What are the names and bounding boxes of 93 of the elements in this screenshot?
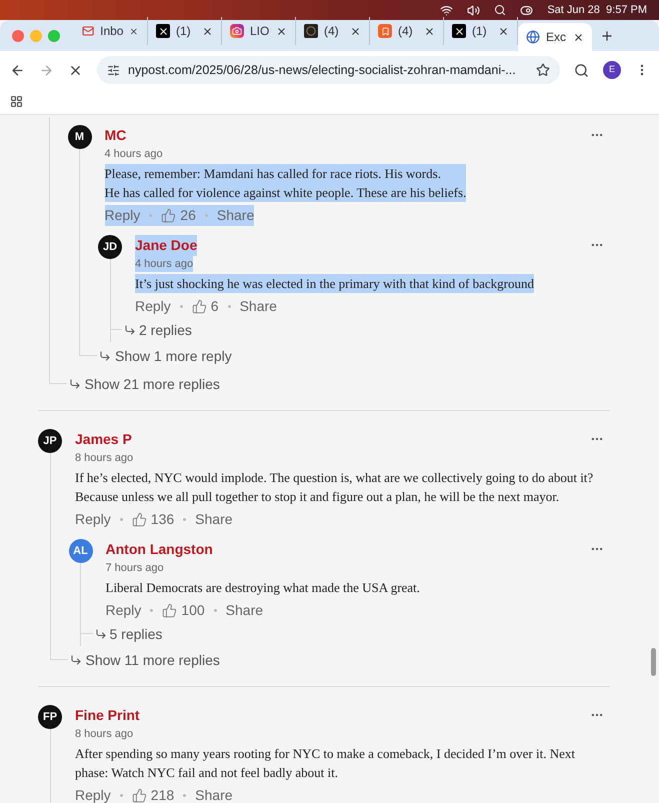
- share-link[interactable]: Share: [216, 204, 254, 226]
- author-name[interactable]: Jane Doe: [135, 234, 198, 256]
- comment-text: If he’s elected, NYC would implode. The question is, what are we collectively going to do about it? Because unless we all pull together to stop it and figure out a plan, he will be the next mayor.: [75, 469, 594, 506]
- profile-avatar[interactable]: E: [603, 61, 621, 79]
- close-tab-icon[interactable]: [276, 26, 287, 36]
- tab-title: (1): [176, 23, 192, 40]
- timestamp: 4 hours ago: [135, 256, 194, 272]
- share-link[interactable]: Share: [195, 784, 233, 803]
- reply-link[interactable]: Reply: [104, 204, 140, 226]
- browser-tab[interactable]: (4): [296, 17, 370, 45]
- timestamp: 8 hours ago: [75, 450, 134, 466]
- reply-link[interactable]: Reply: [75, 508, 111, 530]
- tab-title: LIO: [250, 23, 270, 40]
- avatar: JP: [38, 429, 62, 453]
- comment-text: It’s just shocking he was elected in the primary with that kind of background: [135, 274, 534, 293]
- author-name[interactable]: Fine Print: [75, 704, 140, 726]
- browser-tab[interactable]: Exc: [518, 23, 592, 51]
- like-count: 218: [150, 786, 174, 803]
- show-more-replies-link[interactable]: Show 21 more replies: [84, 374, 220, 394]
- volume-icon[interactable]: [467, 4, 480, 16]
- coin-icon: [304, 24, 318, 38]
- new-tab-icon[interactable]: [600, 28, 614, 42]
- close-tab-icon[interactable]: [129, 26, 139, 36]
- x-logo-icon: [452, 24, 466, 38]
- tab-title: (4): [398, 23, 414, 40]
- camera-icon: [230, 24, 244, 38]
- close-tab-icon[interactable]: [573, 32, 584, 42]
- author-name[interactable]: Anton Langston: [106, 538, 213, 560]
- reply-arrow-icon: [68, 378, 80, 390]
- search-icon[interactable]: [494, 4, 506, 16]
- reply-link[interactable]: Reply: [106, 600, 142, 620]
- like-count: 136: [150, 510, 174, 528]
- avatar: M: [68, 125, 92, 149]
- timestamp: 7 hours ago: [106, 560, 164, 576]
- close-tab-icon[interactable]: [424, 26, 435, 36]
- tab-title: (4): [324, 23, 340, 40]
- like-icon[interactable]: [132, 512, 147, 526]
- reply-arrow-icon: [94, 628, 106, 640]
- close-tab-icon[interactable]: [202, 26, 213, 36]
- url-text: nypost.com/2025/06/28/us-news/electing-socialist-zohran-mamdani-...: [128, 62, 517, 79]
- browser-tab[interactable]: Inbo: [74, 17, 148, 45]
- menu-bar-clock: Sat Jun 28 9:57 PM: [547, 2, 647, 18]
- replies-link[interactable]: 5 replies: [110, 624, 162, 644]
- like-icon[interactable]: [192, 298, 207, 314]
- apps-icon[interactable]: [10, 95, 23, 108]
- site-settings-icon[interactable]: [107, 64, 120, 76]
- bookmark-icon: [378, 24, 392, 38]
- reply-arrow-icon: [70, 654, 82, 666]
- browser-tab[interactable]: (4): [370, 17, 444, 45]
- reply-link[interactable]: Reply: [135, 296, 171, 316]
- comment-text: Liberal Democrats are destroying what made the USA great.: [106, 579, 420, 597]
- close-tab-icon[interactable]: [350, 26, 361, 36]
- avatar: JD: [98, 235, 122, 259]
- avatar: AL: [68, 539, 92, 563]
- comment-text: After spending so many years rooting for NYC to make a comeback, I decided I’m over it. Next phase: Watch NYC fail and not feel badly about it.: [75, 745, 576, 782]
- like-icon[interactable]: [161, 208, 176, 222]
- tab-title: Exc: [546, 29, 567, 46]
- reply-arrow-icon: [99, 350, 111, 362]
- reply-link[interactable]: Reply: [75, 784, 111, 803]
- back-icon[interactable]: [10, 62, 25, 78]
- tab-title: Inbo: [100, 23, 124, 40]
- author-name[interactable]: James P: [75, 428, 132, 450]
- like-icon[interactable]: [132, 788, 147, 802]
- browser-tab[interactable]: LIO: [222, 17, 296, 45]
- bookmark-star-icon[interactable]: [536, 63, 550, 77]
- like-icon[interactable]: [162, 602, 178, 618]
- share-link[interactable]: Share: [240, 296, 277, 316]
- control-center-icon[interactable]: [520, 4, 534, 16]
- x-logo-icon: [156, 24, 170, 38]
- globe-icon: [526, 30, 540, 44]
- comment-text: Please, remember: Mamdani has called for race riots. His words. He has called for violence against white people. These are his beliefs.: [104, 164, 466, 202]
- like-count: 6: [210, 296, 219, 316]
- search-tab-icon[interactable]: [574, 62, 589, 78]
- tab-title: (1): [472, 23, 488, 40]
- browser-tab[interactable]: (1): [444, 17, 518, 45]
- like-count: 26: [180, 206, 196, 224]
- close-tab-icon[interactable]: [498, 26, 509, 36]
- wifi-icon[interactable]: [440, 4, 454, 16]
- like-count: 100: [181, 600, 205, 620]
- timestamp: 8 hours ago: [75, 726, 134, 742]
- mail-icon: [82, 24, 94, 38]
- scrollbar-thumb[interactable]: [651, 648, 656, 676]
- share-link[interactable]: Share: [226, 600, 264, 620]
- avatar: FP: [38, 705, 62, 729]
- reply-arrow-icon: [124, 324, 136, 336]
- timestamp: 4 hours ago: [104, 146, 163, 162]
- share-link[interactable]: Share: [195, 508, 233, 530]
- address-bar[interactable]: nypost.com/2025/06/28/us-news/electing-socialist-zohran-mamdani-...: [97, 56, 560, 84]
- browser-tab[interactable]: (1): [148, 17, 222, 45]
- replies-link[interactable]: 2 replies: [139, 320, 192, 340]
- show-more-replies-link[interactable]: Show 1 more reply: [115, 346, 232, 366]
- show-more-replies-link[interactable]: Show 11 more replies: [86, 650, 220, 670]
- author-name[interactable]: MC: [104, 124, 126, 146]
